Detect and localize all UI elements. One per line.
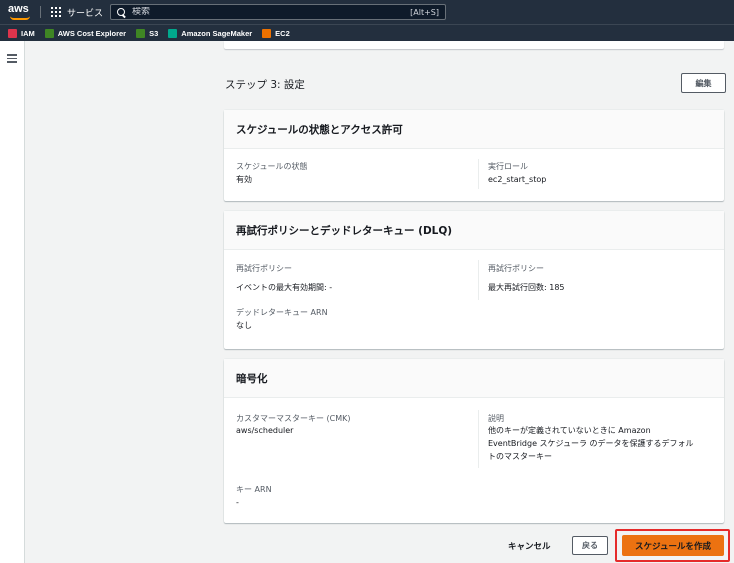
iam-icon	[8, 28, 17, 38]
sidebar-strip	[0, 41, 25, 563]
cancel-button[interactable]: キャンセル	[508, 540, 551, 552]
column-divider	[478, 159, 479, 189]
retry-policy-card: 再試行ポリシーとデッドレターキュー (DLQ) 再試行ポリシー イベントの最大有…	[224, 211, 724, 349]
hamburger-menu-icon[interactable]	[7, 54, 17, 63]
ec2-icon	[262, 28, 272, 38]
s3-icon	[136, 28, 146, 38]
favorite-ec2[interactable]: EC2	[262, 28, 290, 38]
sagemaker-icon	[168, 28, 178, 38]
key-arn-value: -	[236, 498, 239, 507]
schedule-state-card: スケジュールの状態とアクセス許可 スケジュールの状態 有効 実行ロール ec2_…	[224, 110, 724, 201]
description-line-2: EventBridge スケジューラ のデータを保護するデフォル	[488, 439, 694, 448]
favorite-label: AWS Cost Explorer	[57, 28, 127, 38]
favorite-iam[interactable]: IAM	[8, 28, 35, 38]
execution-role-value: ec2_start_stop	[488, 175, 547, 184]
services-menu-button[interactable]: サービス	[51, 4, 103, 20]
top-navigation: aws サービス [Alt+S]	[0, 0, 734, 24]
cost-explorer-icon	[44, 28, 54, 38]
description-line-3: トのマスターキー	[488, 452, 552, 461]
dlq-arn-label: デッドレターキュー ARN	[236, 308, 328, 317]
favorites-bar: IAM AWS Cost Explorer S3 Amazon SageMake…	[0, 24, 734, 41]
services-label: サービス	[67, 8, 104, 19]
create-schedule-button[interactable]: スケジュールを作成	[622, 535, 724, 556]
search-bar[interactable]: [Alt+S]	[110, 4, 446, 20]
retry-policy-label: 再試行ポリシー	[236, 264, 292, 273]
column-divider	[478, 410, 479, 468]
favorite-cost-explorer[interactable]: AWS Cost Explorer	[44, 28, 127, 38]
favorite-sagemaker[interactable]: Amazon SageMaker	[168, 28, 253, 38]
max-retry-attempts-value: 最大再試行回数: 185	[488, 283, 565, 292]
description-line-1: 他のキーが定義されていないときに Amazon	[488, 426, 651, 435]
encryption-card: 暗号化 カスタマーマスターキー (CMK) aws/scheduler 説明 他…	[224, 359, 724, 523]
edit-button[interactable]: 編集	[681, 73, 726, 93]
card-header: スケジュールの状態とアクセス許可	[224, 110, 724, 149]
favorite-s3[interactable]: S3	[136, 28, 159, 38]
description-label: 説明	[488, 414, 504, 423]
schedule-state-value: 有効	[236, 175, 252, 184]
dlq-arn-value: なし	[236, 321, 252, 330]
column-divider	[478, 260, 479, 300]
step-title: ステップ 3: 設定	[225, 79, 305, 91]
retry-policy-label-right: 再試行ポリシー	[488, 264, 544, 273]
previous-card-fragment	[224, 41, 724, 49]
search-input[interactable]	[132, 7, 411, 17]
main-content: ステップ 3: 設定 編集 スケジュールの状態とアクセス許可 スケジュールの状態…	[26, 41, 734, 563]
favorite-label: S3	[149, 28, 159, 38]
favorite-label: Amazon SageMaker	[181, 28, 253, 38]
cmk-label: カスタマーマスターキー (CMK)	[236, 414, 351, 423]
key-arn-label: キー ARN	[236, 485, 272, 494]
aws-logo[interactable]: aws	[8, 2, 34, 22]
nav-divider	[40, 6, 41, 18]
footer-actions: キャンセル 戻る スケジュールを作成	[26, 529, 734, 562]
aws-smile-icon	[10, 16, 30, 20]
search-icon	[117, 7, 126, 17]
favorite-label: IAM	[21, 28, 35, 38]
search-shortcut: [Alt+S]	[410, 7, 439, 17]
grid-icon	[51, 7, 61, 17]
card-header: 暗号化	[224, 359, 724, 398]
back-button[interactable]: 戻る	[572, 536, 608, 555]
favorite-label: EC2	[275, 28, 290, 38]
max-event-age-value: イベントの最大有効期間: -	[236, 283, 333, 292]
aws-logo-text: aws	[8, 3, 29, 15]
card-header: 再試行ポリシーとデッドレターキュー (DLQ)	[224, 211, 724, 250]
cmk-value: aws/scheduler	[236, 426, 294, 435]
execution-role-label: 実行ロール	[488, 162, 528, 171]
schedule-state-label: スケジュールの状態	[236, 162, 308, 171]
